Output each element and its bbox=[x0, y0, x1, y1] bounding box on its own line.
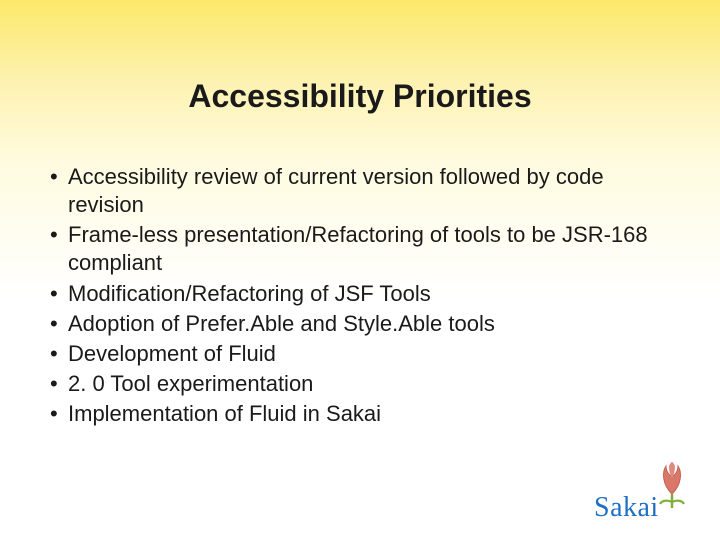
list-item: Development of Fluid bbox=[40, 340, 680, 368]
slide-title: Accessibility Priorities bbox=[0, 0, 720, 135]
list-item: 2. 0 Tool experimentation bbox=[40, 370, 680, 398]
list-item: Implementation of Fluid in Sakai bbox=[40, 400, 680, 428]
list-item: Frame-less presentation/Refactoring of t… bbox=[40, 221, 680, 277]
list-item: Modification/Refactoring of JSF Tools bbox=[40, 280, 680, 308]
list-item: Accessibility review of current version … bbox=[40, 163, 680, 219]
bullet-list: Accessibility review of current version … bbox=[0, 163, 720, 428]
sakai-logo: Sakai bbox=[590, 458, 700, 528]
list-item: Adoption of Prefer.Able and Style.Able t… bbox=[40, 310, 680, 338]
slide: Accessibility Priorities Accessibility r… bbox=[0, 0, 720, 540]
logo-text: Sakai bbox=[594, 492, 659, 524]
